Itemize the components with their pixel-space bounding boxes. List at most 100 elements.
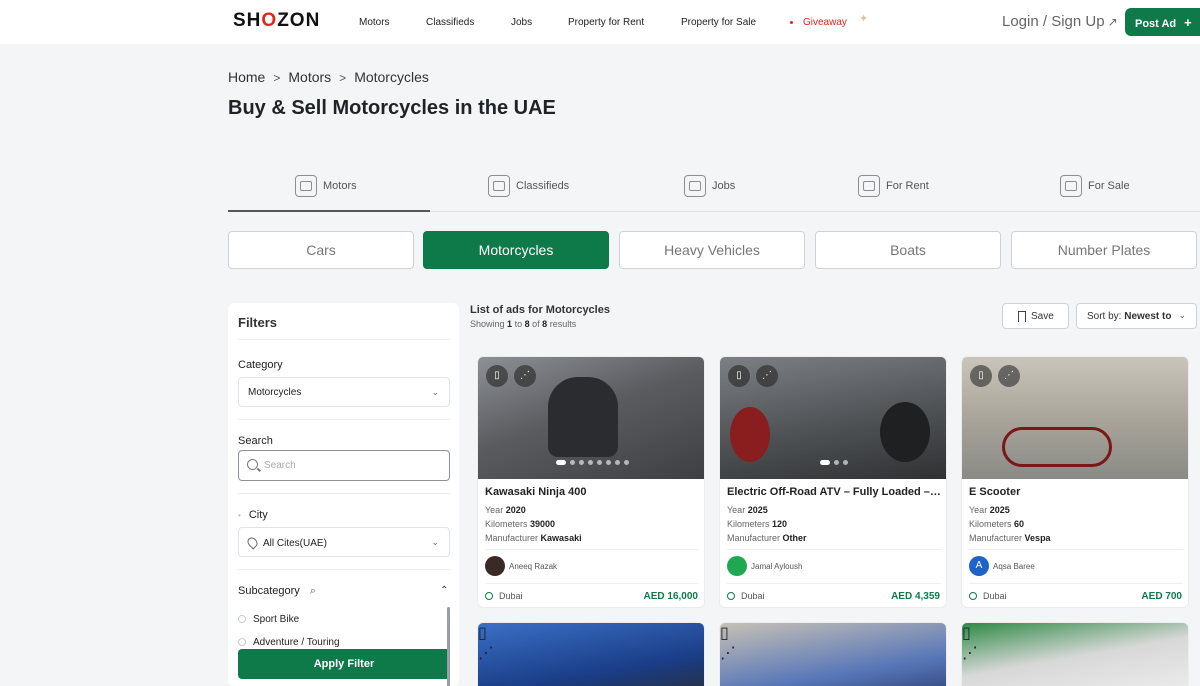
category-select[interactable]: Motorcycles ⌄ — [238, 377, 450, 407]
subtab-number-plates[interactable]: Number Plates — [1011, 231, 1197, 269]
subtab-motorcycles[interactable]: Motorcycles — [423, 231, 609, 269]
listing-manufacturer: Manufacturer Kawasaki — [485, 533, 582, 543]
year-value: 2020 — [505, 505, 526, 515]
share-icon[interactable]: ⋰ — [998, 365, 1020, 387]
results-from: 1 — [507, 319, 513, 329]
listing-image[interactable]: ▯ ⋰ — [720, 623, 946, 686]
divider — [969, 549, 1183, 550]
divider — [238, 339, 450, 340]
divider — [238, 569, 450, 570]
location-value: Dubai — [983, 591, 1007, 601]
city-value: All Cites(UAE) — [263, 538, 327, 549]
listing-kilometers: Kilometers 39000 — [485, 519, 555, 529]
sort-select[interactable]: Sort by: Newest to ⌄ — [1076, 303, 1197, 329]
bookmark-icon[interactable]: ▯ — [720, 623, 946, 643]
listing-card[interactable]: ▯ ⋰ Electric Off-Road ATV – Fully Loaded… — [719, 356, 947, 608]
bookmark-icon[interactable]: ▯ — [486, 365, 508, 387]
seller-name[interactable]: Aqsa Baree — [993, 562, 1035, 571]
tab-motors[interactable]: Motors — [295, 160, 357, 212]
search-input[interactable]: Search — [238, 450, 450, 481]
share-icon[interactable]: ⋰ — [514, 365, 536, 387]
chevron-up-icon[interactable]: ⌃ — [440, 585, 448, 596]
tab-classifieds[interactable]: Classifieds — [488, 160, 569, 212]
chevron-down-icon: ⌄ — [431, 387, 439, 397]
tab-classifieds-label: Classifieds — [516, 180, 570, 192]
nav-property-for-rent[interactable]: Property for Rent — [568, 17, 644, 28]
divider — [238, 493, 450, 494]
site-logo[interactable]: SHOZON — [233, 10, 320, 32]
bookmark-icon — [1018, 311, 1026, 322]
subcategory-label[interactable]: Subcategory ⌕ — [238, 585, 316, 598]
tab-for-sale[interactable]: For Sale — [1060, 160, 1130, 212]
listing-image[interactable]: ▯ ⋰ — [478, 357, 704, 479]
nav-jobs[interactable]: Jobs — [511, 17, 532, 28]
bookmark-icon[interactable]: ▯ — [478, 623, 704, 643]
avatar[interactable] — [485, 556, 505, 576]
post-ad-button[interactable]: Post Ad + — [1125, 8, 1200, 36]
nav-classifieds[interactable]: Classifieds — [426, 17, 474, 28]
listing-year: Year 2025 — [727, 505, 768, 515]
listing-title[interactable]: Kawasaki Ninja 400 — [485, 486, 700, 498]
results-suffix: results — [549, 319, 577, 329]
location-pin-icon — [245, 535, 260, 550]
km-value: 120 — [772, 519, 788, 529]
house-rent-icon — [858, 175, 880, 197]
listing-image[interactable]: ▯ ⋰ — [962, 623, 1188, 686]
filters-scrollbar[interactable] — [447, 607, 450, 686]
subcategory-radio[interactable] — [238, 638, 246, 646]
nav-motors[interactable]: Motors — [359, 17, 390, 28]
listing-title[interactable]: Electric Off-Road ATV – Fully Loaded – .… — [727, 486, 942, 498]
breadcrumb: Home > Motors > Motorcycles — [228, 69, 429, 85]
tab-for-rent[interactable]: For Rent — [858, 160, 929, 212]
motorcycle-shape — [548, 377, 618, 457]
image-carousel-dots[interactable] — [720, 452, 946, 470]
image-carousel-dots[interactable] — [478, 452, 704, 470]
save-search-button[interactable]: Save — [1002, 303, 1069, 329]
subcategory-option[interactable]: Adventure / Touring — [253, 637, 340, 648]
subcategory-option[interactable]: Sport Bike — [253, 614, 299, 625]
tab-jobs[interactable]: Jobs — [684, 160, 735, 212]
listing-card[interactable]: ▯ ⋰ — [961, 622, 1189, 686]
subtab-boats[interactable]: Boats — [815, 231, 1001, 269]
apply-filter-button[interactable]: Apply Filter — [238, 649, 450, 679]
listing-image[interactable]: ▯ ⋰ — [962, 357, 1188, 479]
share-icon[interactable]: ⋰ — [720, 643, 946, 663]
share-icon[interactable]: ⋰ — [756, 365, 778, 387]
breadcrumb-motorcycles[interactable]: Motorcycles — [354, 69, 429, 85]
city-select[interactable]: All Cites(UAE) ⌄ — [238, 527, 450, 557]
km-label: Kilometers — [727, 519, 770, 529]
avatar[interactable] — [727, 556, 747, 576]
filters-panel: Filters Category Motorcycles ⌄ Search Sea… — [228, 303, 459, 686]
bookmark-icon[interactable]: ▯ — [970, 365, 992, 387]
nav-property-for-sale[interactable]: Property for Sale — [681, 17, 756, 28]
divider — [485, 583, 699, 584]
listing-title[interactable]: E Scooter — [969, 486, 1184, 498]
subcategory-radio[interactable] — [238, 615, 246, 623]
listing-image[interactable]: ▯ ⋰ — [720, 357, 946, 479]
seller-name[interactable]: Aneeq Razak — [509, 562, 557, 571]
category-label: Category — [238, 359, 283, 371]
nav-giveaway[interactable]: Giveaway — [790, 17, 847, 28]
breadcrumb-home[interactable]: Home — [228, 69, 265, 85]
of-word: of — [532, 319, 540, 329]
breadcrumb-motors[interactable]: Motors — [288, 69, 331, 85]
login-signup-link[interactable]: Login / Sign Up ↗ — [1002, 13, 1118, 30]
search-icon[interactable]: ⌕ — [310, 585, 316, 597]
listing-card[interactable]: ▯ ⋰ — [477, 622, 705, 686]
share-icon[interactable]: ⋰ — [962, 643, 1188, 663]
share-icon[interactable]: ⋰ — [478, 643, 704, 663]
bookmark-icon[interactable]: ▯ — [728, 365, 750, 387]
bookmark-icon[interactable]: ▯ — [962, 623, 1188, 643]
listing-card[interactable]: ▯ ⋰ Kawasaki Ninja 400 Year 2020 Kilomet… — [477, 356, 705, 608]
tab-for-rent-label: For Rent — [886, 180, 929, 192]
km-value: 60 — [1014, 519, 1025, 529]
seller-name[interactable]: Jamal Ayloush — [751, 562, 802, 571]
listing-price: AED 700 — [1141, 591, 1182, 602]
subtab-heavy-vehicles[interactable]: Heavy Vehicles — [619, 231, 805, 269]
listing-card[interactable]: ▯ ⋰ E Scooter Year 2025 Kilometers 60 Ma… — [961, 356, 1189, 608]
subtab-cars[interactable]: Cars — [228, 231, 414, 269]
location-value: Dubai — [499, 591, 523, 601]
listing-card[interactable]: ▯ ⋰ — [719, 622, 947, 686]
avatar[interactable]: A — [969, 556, 989, 576]
listing-image[interactable]: ▯ ⋰ — [478, 623, 704, 686]
